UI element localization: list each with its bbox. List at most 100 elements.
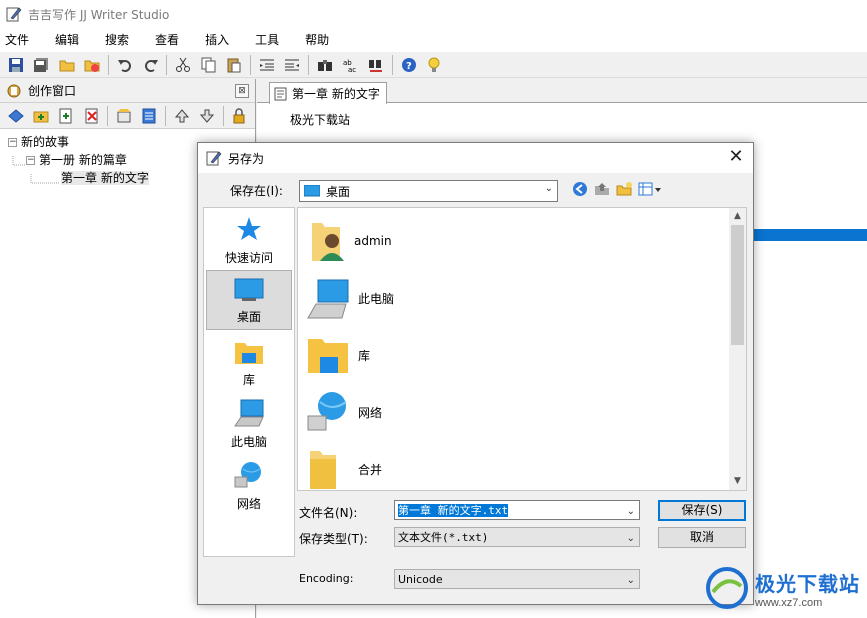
star-icon bbox=[237, 217, 261, 240]
undo-icon[interactable] bbox=[115, 55, 135, 75]
file-item-this-pc[interactable]: 此电脑 bbox=[306, 273, 394, 323]
menu-search[interactable]: 搜索 bbox=[100, 28, 140, 52]
places-bar: 快速访问 桌面 库 此电脑 网络 bbox=[203, 207, 295, 557]
move-up-icon[interactable] bbox=[172, 106, 191, 126]
encoding-dropdown[interactable]: Unicode ⌄ bbox=[394, 569, 640, 589]
file-list-scrollbar[interactable]: ▲ ▼ bbox=[729, 208, 746, 490]
watermark-logo bbox=[706, 567, 748, 609]
copy-icon[interactable] bbox=[199, 55, 219, 75]
file-list: admin 此电脑 库 网络 合并 ▲ ▼ bbox=[297, 207, 747, 491]
scroll-up-icon[interactable]: ▲ bbox=[729, 208, 746, 225]
panel-header: 创作窗口 ⊠ bbox=[0, 79, 255, 103]
find-icon[interactable] bbox=[315, 55, 335, 75]
filetype-value: 文本文件(*.txt) bbox=[398, 531, 489, 544]
dialog-nav-icons bbox=[572, 181, 668, 197]
place-libraries[interactable]: 库 bbox=[206, 332, 292, 392]
scroll-down-icon[interactable]: ▼ bbox=[729, 473, 746, 490]
menu-bar: 文件 编辑 搜索 查看 插入 工具 帮助 bbox=[0, 28, 867, 52]
panel-close-icon[interactable]: ⊠ bbox=[235, 84, 249, 98]
outdent-icon[interactable] bbox=[257, 55, 277, 75]
save-button[interactable]: 保存(S) bbox=[658, 500, 746, 521]
save-as-dialog: 另存为 ✕ 保存在(I): 桌面 ⌄ 快速访问 桌面 库 此电脑 网络 admi… bbox=[197, 142, 754, 605]
tip-lightbulb-icon[interactable] bbox=[424, 55, 444, 75]
watermark-text: 极光下载站 bbox=[755, 571, 860, 596]
file-item-merge[interactable]: 合并 bbox=[306, 444, 382, 490]
lock-icon[interactable] bbox=[230, 106, 249, 126]
tab-chapter-1[interactable]: 第一章 新的文字 bbox=[269, 82, 387, 104]
delete-icon[interactable] bbox=[82, 106, 101, 126]
title-bar: 吉吉写作 JJ Writer Studio bbox=[0, 0, 867, 28]
up-folder-icon[interactable] bbox=[594, 181, 610, 197]
cancel-button[interactable]: 取消 bbox=[658, 527, 746, 548]
save-all-icon[interactable] bbox=[32, 55, 52, 75]
menu-insert[interactable]: 插入 bbox=[200, 28, 240, 52]
chevron-down-icon[interactable]: ⌄ bbox=[627, 503, 635, 521]
toolbar-separator bbox=[222, 105, 224, 126]
paste-icon[interactable] bbox=[224, 55, 244, 75]
library-folder-icon bbox=[235, 343, 263, 364]
cut-icon[interactable] bbox=[173, 55, 193, 75]
properties-icon[interactable] bbox=[114, 106, 133, 126]
filetype-label: 保存类型(T): bbox=[299, 532, 368, 546]
filetype-dropdown[interactable]: 文本文件(*.txt) ⌄ bbox=[394, 527, 640, 547]
svg-text:ac: ac bbox=[348, 66, 356, 73]
encoding-value: Unicode bbox=[398, 573, 443, 586]
editor-text[interactable]: 极光下载站 bbox=[290, 111, 350, 128]
file-item-admin[interactable]: admin bbox=[306, 216, 392, 266]
menu-view[interactable]: 查看 bbox=[150, 28, 190, 52]
file-item-network[interactable]: 网络 bbox=[306, 387, 382, 437]
window-title: 吉吉写作 JJ Writer Studio bbox=[28, 7, 170, 22]
toolbar-separator bbox=[308, 54, 310, 75]
add-chapter-icon[interactable] bbox=[57, 106, 76, 126]
open-folder-icon[interactable] bbox=[57, 55, 77, 75]
watermark: 极光下载站 www.xz7.com bbox=[705, 562, 865, 614]
filename-value: 第一章 新的文字.txt bbox=[398, 504, 509, 517]
filename-label: 文件名(N): bbox=[299, 506, 358, 520]
computer-icon bbox=[234, 399, 264, 427]
network-globe-icon bbox=[307, 392, 347, 431]
notes-icon[interactable] bbox=[140, 106, 159, 126]
new-folder-icon[interactable] bbox=[616, 181, 632, 197]
toolbar-background bbox=[450, 52, 867, 78]
place-desktop[interactable]: 桌面 bbox=[206, 270, 292, 330]
place-this-pc[interactable]: 此电脑 bbox=[206, 394, 292, 454]
add-volume-icon[interactable] bbox=[31, 106, 50, 126]
save-in-dropdown[interactable]: 桌面 ⌄ bbox=[299, 180, 558, 202]
back-icon[interactable] bbox=[572, 181, 588, 197]
move-down-icon[interactable] bbox=[197, 106, 216, 126]
menu-tools[interactable]: 工具 bbox=[250, 28, 290, 52]
file-item-libraries[interactable]: 库 bbox=[306, 330, 370, 380]
menu-edit[interactable]: 编辑 bbox=[50, 28, 90, 52]
folder-icon bbox=[310, 451, 336, 489]
toolbar-separator bbox=[165, 105, 166, 126]
replace-icon[interactable]: ab ac bbox=[341, 55, 361, 75]
scrollbar-thumb[interactable] bbox=[731, 225, 744, 345]
toolbar-separator bbox=[391, 54, 393, 75]
close-icon[interactable]: ✕ bbox=[725, 147, 747, 169]
computer-icon bbox=[307, 279, 349, 319]
editor-highlight-bar bbox=[749, 229, 867, 241]
recent-files-icon[interactable] bbox=[83, 55, 103, 75]
find-next-icon[interactable] bbox=[366, 55, 386, 75]
view-menu-icon[interactable] bbox=[638, 181, 662, 197]
panel-title: 创作窗口 bbox=[28, 84, 77, 98]
chevron-down-icon: ⌄ bbox=[626, 533, 635, 544]
help-icon[interactable]: ? bbox=[399, 55, 419, 75]
toolbar-separator bbox=[108, 54, 110, 75]
menu-file[interactable]: 文件 bbox=[0, 28, 40, 52]
menu-help[interactable]: 帮助 bbox=[300, 28, 340, 52]
chevron-down-icon: ⌄ bbox=[544, 183, 553, 194]
main-toolbar: ab ac ? bbox=[0, 52, 450, 78]
desktop-icon bbox=[304, 185, 320, 197]
place-quick-access[interactable]: 快速访问 bbox=[206, 210, 292, 270]
place-network[interactable]: 网络 bbox=[206, 456, 292, 516]
toolbar-separator bbox=[107, 105, 109, 126]
filename-input[interactable]: 第一章 新的文字.txt ⌄ bbox=[394, 500, 640, 520]
new-book-icon[interactable] bbox=[6, 106, 25, 126]
toolbar-separator bbox=[250, 54, 252, 75]
redo-icon[interactable] bbox=[141, 55, 161, 75]
indent-icon[interactable] bbox=[283, 55, 303, 75]
save-icon[interactable] bbox=[6, 55, 26, 75]
library-folder-icon bbox=[308, 339, 348, 373]
toolbar-separator bbox=[166, 54, 168, 75]
